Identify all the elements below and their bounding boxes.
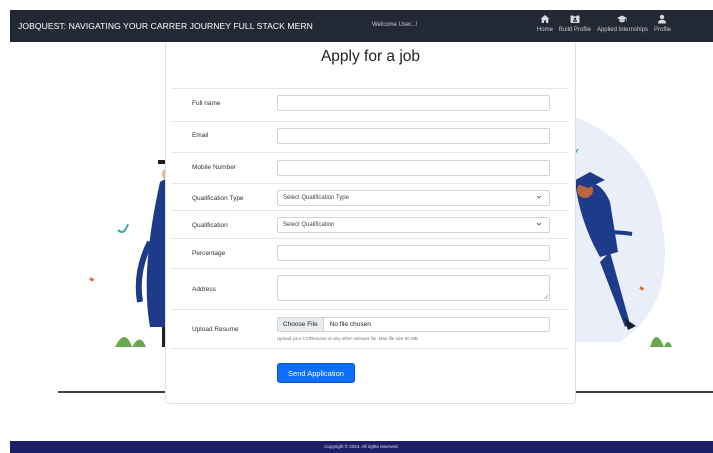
qualification-label: Qualification: [192, 222, 228, 229]
nav-item-profile[interactable]: Profile: [654, 14, 671, 33]
qualification-select[interactable]: Select Qualification: [277, 217, 550, 233]
qualification-type-label: Qualification Type: [192, 195, 244, 202]
nav-label-build-profile: Build Profile: [558, 27, 591, 33]
apply-form-card: Apply for a job Full name Email Mobile N…: [165, 42, 576, 404]
nav-item-build-profile[interactable]: Build Profile: [559, 14, 591, 33]
mobile-number-label: Mobile Number: [192, 164, 237, 171]
chevron-down-icon: [536, 195, 542, 199]
page-title: Apply for a job: [320, 48, 421, 65]
row-divider: [172, 88, 569, 89]
welcome-text: Welcome User...!: [372, 22, 418, 28]
app-brand[interactable]: JOBQUEST: NAVIGATING YOUR CARRER JOURNEY…: [18, 21, 313, 31]
qualification-type-select[interactable]: Select Qualification Type: [277, 190, 550, 206]
full-name-input[interactable]: [277, 95, 550, 111]
address-label: Address: [192, 286, 216, 293]
user-icon: [658, 14, 667, 24]
home-icon: [540, 15, 550, 23]
percentage-input[interactable]: [277, 245, 550, 261]
mobile-number-input[interactable]: [277, 160, 550, 176]
id-card-icon: [570, 14, 580, 23]
nav-item-home[interactable]: Home: [537, 14, 553, 33]
email-label: Email: [192, 132, 209, 139]
resume-help-text: Upload your CV/Resume or any other relev…: [277, 336, 418, 341]
choose-file-button[interactable]: Choose File: [278, 318, 324, 331]
percentage-label: Percentage: [192, 250, 226, 257]
row-divider: [172, 348, 569, 349]
copyright-text: Copyright © 2024. All rights reserved.: [324, 444, 399, 449]
chevron-down-icon: [536, 222, 542, 226]
file-status-text: No file chosen: [329, 321, 371, 328]
row-divider: [172, 183, 569, 184]
email-input[interactable]: [277, 128, 550, 144]
row-divider: [172, 121, 569, 122]
resize-grip-icon[interactable]: [543, 294, 548, 299]
row-divider: [172, 268, 569, 269]
top-navbar: JOBQUEST: NAVIGATING YOUR CARRER JOURNEY…: [10, 10, 713, 42]
full-name-label: Full name: [192, 100, 221, 107]
row-divider: [172, 238, 569, 239]
upload-resume-label: Upload Resume: [192, 326, 239, 333]
nav-label-home: Home: [536, 27, 553, 33]
row-divider: [172, 152, 569, 153]
nav-label-profile: Profile: [653, 27, 671, 33]
qualification-type-value: Select Qualification Type: [283, 195, 349, 201]
row-divider: [172, 309, 569, 310]
page-footer: Copyright © 2024. All rights reserved.: [10, 441, 713, 453]
send-application-button[interactable]: Send Application: [277, 363, 355, 383]
row-divider: [172, 210, 569, 211]
nav-label-applied-internships: Applied Internships: [596, 27, 648, 33]
nav-item-applied-internships[interactable]: Applied Internships: [597, 14, 648, 33]
address-textarea[interactable]: [277, 275, 550, 301]
resume-file-input[interactable]: Choose File No file chosen: [277, 317, 550, 332]
nav-menu: Home Build Profile Applied Internships P…: [537, 14, 671, 33]
graduation-cap-icon: [617, 15, 628, 23]
qualification-value: Select Qualification: [283, 222, 335, 228]
